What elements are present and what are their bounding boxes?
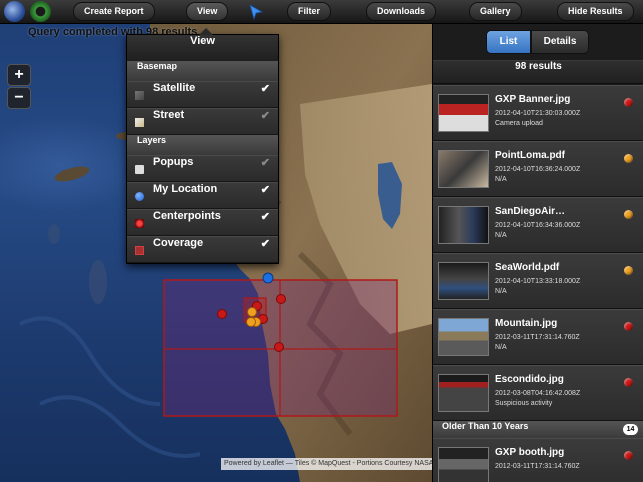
checkmark-icon: ✔ (260, 110, 270, 122)
results-count: 98 results (433, 60, 643, 84)
status-indicator (624, 210, 633, 219)
filter-button[interactable]: Filter (287, 2, 332, 21)
result-description: N/A (495, 232, 507, 239)
checkmark-icon: ✔ (260, 184, 270, 196)
basemap-section-header: Basemap (127, 61, 278, 81)
layer-label: My Location (153, 183, 218, 195)
zoom-out-button[interactable]: − (7, 87, 31, 109)
layers-section-header: Layers (127, 135, 278, 155)
result-description: Suspicious activity (495, 400, 553, 407)
result-title: Mountain.jpg (495, 318, 558, 329)
gallery-button[interactable]: Gallery (469, 2, 522, 21)
map-marker[interactable] (246, 317, 256, 327)
layer-label: Centerpoints (153, 210, 221, 222)
top-toolbar: Create Report View Filter Downloads Gall… (0, 0, 643, 24)
result-item[interactable]: SanDiegoAir… 2012-04-10T16:34:36.000Z N/… (433, 197, 643, 253)
my-location-marker (262, 272, 274, 284)
my-location-icon (135, 192, 144, 201)
result-thumbnail (438, 150, 489, 188)
tab-details[interactable]: Details (531, 30, 589, 54)
basemap-option-satellite[interactable]: Satellite ✔ (127, 81, 278, 108)
layer-toggle-centerpoints[interactable]: Centerpoints ✔ (127, 209, 278, 236)
tab-list[interactable]: List (486, 30, 531, 54)
result-thumbnail (438, 262, 489, 300)
checkmark-icon: ✔ (260, 83, 270, 95)
popup-icon (135, 165, 144, 174)
downloads-button[interactable]: Downloads (366, 2, 437, 21)
map-marker[interactable] (274, 342, 284, 352)
basemap-option-street[interactable]: Street ✔ (127, 108, 278, 135)
checkmark-icon: ✔ (260, 211, 270, 223)
result-thumbnail (438, 318, 489, 356)
result-item[interactable]: Mountain.jpg 2012-03-11T17:31:14.760Z N/… (433, 309, 643, 365)
result-item[interactable]: GXP booth.jpg 2012-03-11T17:31:14.760Z (433, 438, 643, 482)
checkmark-icon: ✔ (260, 238, 270, 250)
view-popover-title: View (127, 35, 278, 61)
result-timestamp: 2012-04-10T16:36:24.000Z (495, 166, 581, 173)
layer-toggle-coverage[interactable]: Coverage ✔ (127, 236, 278, 263)
result-thumbnail (438, 447, 489, 482)
result-item[interactable]: Escondido.jpg 2012-03-08T04:16:42.008Z S… (433, 365, 643, 421)
map-marker[interactable] (276, 294, 286, 304)
result-item[interactable]: GXP Banner.jpg 2012-04-10T21:30:03.000Z … (433, 85, 643, 141)
result-title: GXP Banner.jpg (495, 94, 571, 105)
result-thumbnail (438, 206, 489, 244)
satellite-icon (135, 91, 144, 100)
result-timestamp: 2012-04-10T16:34:36.000Z (495, 222, 581, 229)
status-indicator (624, 451, 633, 460)
result-timestamp: 2012-03-11T17:31:14.760Z (495, 334, 580, 341)
result-description: N/A (495, 288, 507, 295)
result-description: N/A (495, 344, 507, 351)
zoom-in-button[interactable]: + (7, 64, 31, 86)
result-description: Camera upload (495, 120, 543, 127)
globe-icon[interactable] (4, 1, 25, 22)
result-list: GXP Banner.jpg 2012-04-10T21:30:03.000Z … (433, 85, 643, 482)
checkmark-icon: ✔ (260, 157, 270, 169)
map-marker[interactable] (247, 307, 257, 317)
result-timestamp: 2012-04-10T21:30:03.000Z (495, 110, 581, 117)
group-header-label: Older Than 10 Years (442, 421, 529, 431)
hide-results-button[interactable]: Hide Results (557, 2, 634, 21)
results-panel: List Details 98 results GXP Banner.jpg 2… (432, 24, 643, 482)
layer-label: Popups (153, 156, 194, 168)
map-attribution: Powered by Leaflet — Tiles © MapQuest - … (221, 458, 433, 470)
result-thumbnail (438, 374, 489, 412)
layer-label: Coverage (153, 237, 204, 249)
result-thumbnail (438, 94, 489, 132)
status-indicator (624, 378, 633, 387)
map-marker[interactable] (217, 309, 227, 319)
result-timestamp: 2012-03-08T04:16:42.008Z (495, 390, 581, 397)
result-title: PointLoma.pdf (495, 150, 565, 161)
status-indicator (624, 322, 633, 331)
group-header-older[interactable]: Older Than 10 Years 14 (433, 421, 643, 438)
view-button[interactable]: View (186, 2, 229, 21)
result-title: SeaWorld.pdf (495, 262, 560, 273)
result-item[interactable]: PointLoma.pdf 2012-04-10T16:36:24.000Z N… (433, 141, 643, 197)
result-timestamp: 2012-03-11T17:31:14.760Z (495, 463, 580, 470)
result-title: SanDiegoAir… (495, 206, 566, 217)
settings-gear-icon[interactable] (30, 1, 51, 22)
status-indicator (624, 98, 633, 107)
result-title: GXP booth.jpg (495, 447, 565, 458)
coverage-icon (135, 246, 144, 255)
popover-pointer (199, 28, 213, 35)
location-arrow-icon[interactable] (249, 4, 263, 20)
result-description: N/A (495, 176, 507, 183)
result-timestamp: 2012-04-10T13:33:18.000Z (495, 278, 581, 285)
result-title: Escondido.jpg (495, 374, 564, 385)
status-indicator (624, 154, 633, 163)
basemap-option-label: Street (153, 109, 185, 121)
street-map-icon (135, 118, 144, 127)
centerpoints-icon (135, 219, 144, 228)
basemap-option-label: Satellite (153, 82, 196, 94)
status-indicator (624, 266, 633, 275)
create-report-button[interactable]: Create Report (73, 2, 155, 21)
group-count-badge: 14 (623, 424, 638, 435)
layer-toggle-my-location[interactable]: My Location ✔ (127, 182, 278, 209)
layer-toggle-popups[interactable]: Popups ✔ (127, 155, 278, 182)
view-popover: View Basemap Satellite ✔ Street ✔ Layers… (126, 28, 279, 264)
result-item[interactable]: SeaWorld.pdf 2012-04-10T13:33:18.000Z N/… (433, 253, 643, 309)
